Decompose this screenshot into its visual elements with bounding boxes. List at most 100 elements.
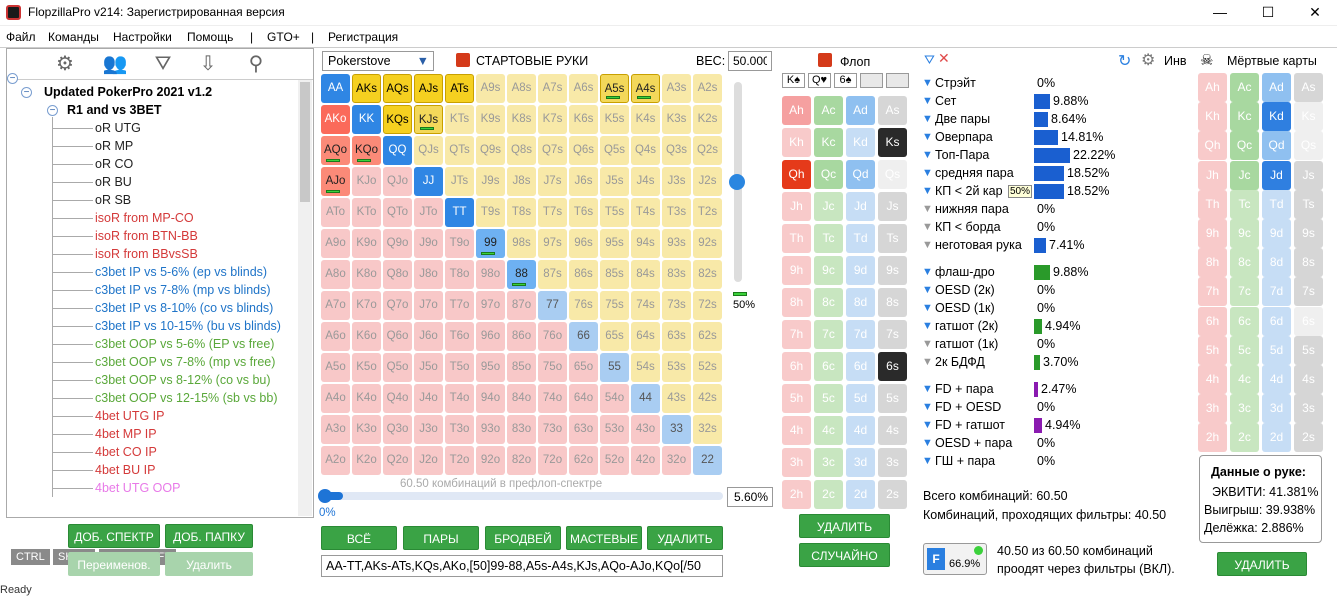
card-Th[interactable]: Th bbox=[782, 224, 811, 253]
tree-scrollbar[interactable] bbox=[298, 80, 312, 516]
hand-cell[interactable]: 97o bbox=[476, 291, 505, 320]
hand-delete-button[interactable]: УДАЛИТЬ bbox=[1217, 552, 1307, 576]
hand-cell[interactable]: T6o bbox=[445, 322, 474, 351]
hand-cell[interactable]: QJs bbox=[414, 136, 443, 165]
hand-cell[interactable]: A2s bbox=[693, 74, 722, 103]
flop-slot[interactable]: 6♠ bbox=[834, 73, 857, 88]
hand-cell[interactable]: Q3s bbox=[662, 136, 691, 165]
hand-cell[interactable]: Q7o bbox=[383, 291, 412, 320]
card-Kh[interactable]: Kh bbox=[1198, 102, 1227, 132]
hand-cell[interactable]: Q8s bbox=[507, 136, 536, 165]
hand-cell[interactable]: JTo bbox=[414, 198, 443, 227]
card-3c[interactable]: 3c bbox=[1230, 394, 1259, 424]
filter-toggle-icon[interactable]: ▼ bbox=[922, 239, 933, 251]
flop-delete-button[interactable]: УДАЛИТЬ bbox=[799, 514, 890, 538]
card-Jh[interactable]: Jh bbox=[1198, 160, 1227, 190]
filter-toggle-icon[interactable]: ▼ bbox=[922, 203, 933, 215]
hand-cell[interactable]: KTo bbox=[352, 198, 381, 227]
filter-label[interactable]: ГШ + пара bbox=[935, 452, 995, 470]
filter-label[interactable]: Две пары bbox=[935, 110, 990, 128]
hand-cell[interactable]: QJo bbox=[383, 167, 412, 196]
filter-label[interactable]: гатшот (2к) bbox=[935, 317, 998, 335]
tree-item[interactable]: oR MP bbox=[95, 137, 133, 155]
hand-cell[interactable]: 43s bbox=[662, 384, 691, 413]
hand-cell[interactable]: J8s bbox=[507, 167, 536, 196]
card-9h[interactable]: 9h bbox=[782, 256, 811, 285]
hand-cell[interactable]: 43o bbox=[631, 415, 660, 444]
card-7c[interactable]: 7c bbox=[814, 320, 843, 349]
hand-cell[interactable]: A2o bbox=[321, 446, 350, 475]
hand-cell[interactable]: 62s bbox=[693, 322, 722, 351]
tree-item[interactable]: c3bet IP vs 10-15% (bu vs blinds) bbox=[95, 317, 281, 335]
hand-cell[interactable]: K5s bbox=[600, 105, 629, 134]
card-3h[interactable]: 3h bbox=[782, 448, 811, 477]
filter-toggle-icon[interactable]: ▼ bbox=[922, 401, 933, 413]
hand-cell[interactable]: 73o bbox=[538, 415, 567, 444]
filter-label[interactable]: FD + гатшот bbox=[935, 416, 1005, 434]
hand-cell[interactable]: KK bbox=[352, 105, 381, 134]
card-8h[interactable]: 8h bbox=[1198, 248, 1227, 278]
card-Kh[interactable]: Kh bbox=[782, 128, 811, 157]
hand-cell[interactable]: T9s bbox=[476, 198, 505, 227]
filter-label[interactable]: флаш-дро bbox=[935, 263, 995, 281]
card-8s[interactable]: 8s bbox=[878, 288, 907, 317]
hand-cell[interactable]: Q5s bbox=[600, 136, 629, 165]
card-5s[interactable]: 5s bbox=[878, 384, 907, 413]
hand-cell[interactable]: J7o bbox=[414, 291, 443, 320]
gear-icon[interactable]: ⚙ bbox=[1141, 50, 1155, 70]
gear-icon[interactable]: ⚙ bbox=[52, 51, 78, 77]
card-9s[interactable]: 9s bbox=[1294, 219, 1323, 248]
filter-toggle-icon[interactable]: ▼ bbox=[922, 149, 933, 161]
card-6d[interactable]: 6d bbox=[1262, 306, 1291, 336]
tree-item[interactable]: c3bet IP vs 8-10% (co vs blinds) bbox=[95, 299, 273, 317]
hand-cell[interactable]: Q3o bbox=[383, 415, 412, 444]
hand-cell[interactable]: 75s bbox=[600, 291, 629, 320]
card-4s[interactable]: 4s bbox=[878, 416, 907, 445]
filter-toggle-icon[interactable]: ▼ bbox=[922, 437, 933, 449]
card-5c[interactable]: 5c bbox=[814, 384, 843, 413]
hand-cell[interactable]: K3s bbox=[662, 105, 691, 134]
hand-cell[interactable]: K2o bbox=[352, 446, 381, 475]
card-As[interactable]: As bbox=[1294, 73, 1323, 102]
rename-button[interactable]: Переименов. bbox=[68, 552, 160, 576]
card-8d[interactable]: 8d bbox=[846, 288, 875, 317]
tree-item[interactable]: oR BU bbox=[95, 173, 132, 191]
hand-cell[interactable]: 44 bbox=[631, 384, 660, 413]
filter-toggle-icon[interactable]: ▼ bbox=[922, 131, 933, 143]
card-As[interactable]: As bbox=[878, 96, 907, 125]
card-7h[interactable]: 7h bbox=[782, 320, 811, 349]
menu-registration[interactable]: Регистрация bbox=[328, 30, 398, 44]
hand-cell[interactable]: AKo bbox=[321, 105, 350, 134]
card-2d[interactable]: 2d bbox=[846, 480, 875, 509]
close-button[interactable]: ✕ bbox=[1305, 4, 1325, 20]
card-Qd[interactable]: Qd bbox=[846, 160, 875, 189]
hand-cell[interactable]: T3o bbox=[445, 415, 474, 444]
card-7d[interactable]: 7d bbox=[1262, 277, 1291, 307]
menu-commands[interactable]: Команды bbox=[48, 30, 99, 44]
card-6h[interactable]: 6h bbox=[782, 352, 811, 381]
hand-cell[interactable]: T4o bbox=[445, 384, 474, 413]
hand-cell[interactable]: 87s bbox=[538, 260, 567, 289]
clear-filter-icon[interactable]: ✕ bbox=[938, 50, 950, 67]
weight-slider-thumb[interactable] bbox=[729, 174, 745, 190]
hand-cell[interactable]: A5o bbox=[321, 353, 350, 382]
menu-settings[interactable]: Настройки bbox=[113, 30, 172, 44]
hand-cell[interactable]: 77 bbox=[538, 291, 567, 320]
card-Tc[interactable]: Tc bbox=[814, 224, 843, 253]
flop-random-button[interactable]: СЛУЧАЙНО bbox=[799, 543, 890, 567]
hand-cell[interactable]: KQo bbox=[352, 136, 381, 165]
hand-cell[interactable]: 88 bbox=[507, 260, 536, 289]
card-Jd[interactable]: Jd bbox=[846, 192, 875, 221]
filter-toggle-icon[interactable]: ▼ bbox=[922, 356, 933, 368]
flop-slot[interactable] bbox=[886, 73, 909, 88]
tree-item[interactable]: isoR from BTN-BB bbox=[95, 227, 198, 245]
hand-cell[interactable]: K6s bbox=[569, 105, 598, 134]
weight-slider[interactable] bbox=[729, 82, 745, 282]
tree-item[interactable]: oR CO bbox=[95, 155, 133, 173]
hand-cell[interactable]: J6o bbox=[414, 322, 443, 351]
hand-cell[interactable]: Q9s bbox=[476, 136, 505, 165]
hand-cell[interactable]: T6s bbox=[569, 198, 598, 227]
delete-range-button[interactable]: Удалить bbox=[165, 552, 253, 576]
card-5s[interactable]: 5s bbox=[1294, 335, 1323, 365]
hand-cell[interactable]: 96o bbox=[476, 322, 505, 351]
